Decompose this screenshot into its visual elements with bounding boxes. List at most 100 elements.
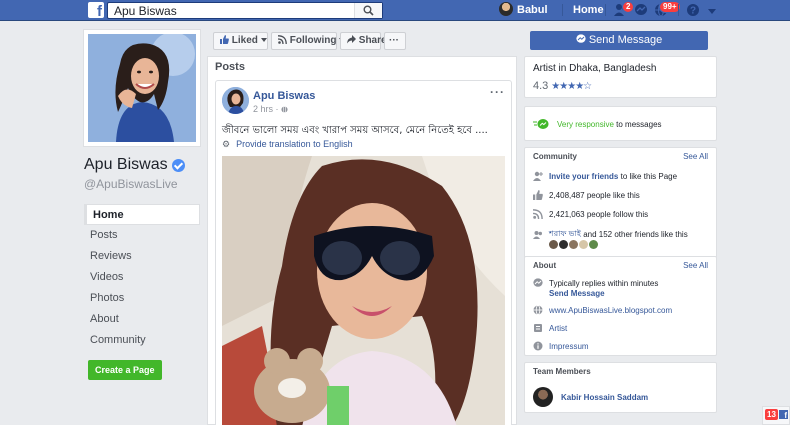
posts-heading: Posts [215,61,245,73]
post-author-name[interactable]: Apu Biswas [253,90,315,102]
friends-like-suffix: and 152 other friends like this [583,230,688,239]
friend-avatar[interactable] [549,240,558,249]
nav-item-videos[interactable]: Videos [84,267,200,288]
thumbs-up-icon [220,35,229,44]
thumbs-up-icon [533,190,543,200]
search-button[interactable] [354,3,382,18]
friend-avatar[interactable] [559,240,568,249]
friend-avatar[interactable] [589,240,598,249]
notifications-button[interactable]: 99+ [654,1,681,17]
friend-requests-badge: 2 [622,1,635,13]
more-actions-button[interactable]: ··· [384,32,406,50]
team-member-row: Kabir Hossain Saddam [533,387,648,407]
avatar-illustration [222,87,249,114]
nav-item-posts[interactable]: Posts [84,225,200,246]
nav-divider [605,4,606,16]
search-input[interactable] [108,3,353,18]
invite-friends-link[interactable]: Invite your friends [549,172,618,181]
chat-count-badge: 13 [765,409,778,420]
home-link[interactable]: Home [573,4,604,16]
facebook-logo-icon: f [779,410,788,419]
follows-count-row: 2,421,063 people follow this [533,209,648,219]
help-button[interactable]: ? [686,3,702,17]
following-label: Following [289,35,337,46]
friend-avatar[interactable] [579,240,588,249]
responsiveness-card: Very responsive to messages [524,106,717,141]
svg-text:?: ? [690,6,696,17]
page-rating[interactable]: 4.3 ★★★★☆ [533,80,592,92]
nav-item-about[interactable]: About [84,309,200,330]
nav-item-photos[interactable]: Photos [84,288,200,309]
send-message-button[interactable]: Send Message [530,31,708,50]
user-avatar[interactable] [499,2,513,16]
translate-link[interactable]: ⚙ Provide translation to English [222,139,353,150]
category-tag-icon [534,324,542,332]
translate-label: Provide translation to English [236,139,353,149]
post-time-text: 2 hrs [253,104,274,114]
website-link[interactable]: www.ApuBiswasLive.blogspot.com [549,306,672,315]
category-link[interactable]: Artist [549,324,567,333]
team-members-title: Team Members [533,367,591,376]
follows-count-text[interactable]: 2,421,063 people follow this [549,210,648,219]
page-info-card: Artist in Dhaka, Bangladesh 4.3 ★★★★☆ [524,56,717,98]
nav-item-community[interactable]: Community [84,330,200,351]
page-handle[interactable]: @ApuBiswasLive [84,177,202,191]
community-title: Community [533,152,577,161]
account-menu-button[interactable] [708,6,724,20]
share-arrow-icon [347,35,356,44]
friend-requests-button[interactable]: 2 [613,1,635,17]
top-navigation-bar: f Babul Home 2 99+ ? [0,0,790,21]
user-name-link[interactable]: Babul [517,4,548,16]
post-options-button[interactable]: ··· [490,85,505,99]
nav-item-reviews[interactable]: Reviews [84,246,200,267]
about-card: About See All Typically replies within m… [524,256,717,356]
profile-picture[interactable] [84,30,200,146]
selfie-photo-illustration [222,156,505,425]
rating-value: 4.3 [533,80,549,92]
search-icon [363,5,374,16]
post-photo[interactable] [222,156,505,425]
friends-icon [533,230,542,239]
page-title: Apu Biswas [84,156,202,174]
send-message-label: Send Message [588,34,663,46]
website-row: www.ApuBiswasLive.blogspot.com [533,305,672,315]
messenger-icon [635,4,647,15]
messages-button[interactable] [634,3,650,17]
profile-photo-illustration [88,34,196,142]
about-send-message-label: Send Message [549,289,605,298]
friend-avatar[interactable] [569,240,578,249]
post-author-avatar[interactable] [222,87,249,114]
chat-sidebar-toggle[interactable]: 13 f [762,406,790,425]
likes-count-text[interactable]: 2,408,487 people like this [549,191,640,200]
share-button[interactable]: Share [340,32,387,50]
about-send-message-link[interactable]: Send Message [549,289,605,298]
nav-item-home[interactable]: Home [84,204,200,225]
team-member-avatar[interactable] [533,387,553,407]
reply-time-text: Typically replies within minutes [549,278,659,288]
create-page-button[interactable]: Create a Page [88,360,162,380]
invite-suffix: to like this Page [620,171,678,181]
reply-time-row: Typically replies within minutes [533,278,658,288]
posts-column: Posts Apu Biswas 2 hrs · ··· জীবনে ভালো … [207,56,517,425]
community-see-all-link[interactable]: See All [683,152,708,161]
following-button[interactable]: Following [271,32,346,50]
post-timestamp[interactable]: 2 hrs · [253,104,288,114]
team-member-name[interactable]: Kabir Hossain Saddam [561,393,648,402]
page-navigation: Home Posts Reviews Videos Photos About C… [84,204,200,351]
search-box [107,2,383,19]
impressum-link[interactable]: Impressum [549,342,589,351]
post-card: Apu Biswas 2 hrs · ··· জীবনে ভালো সময় এ… [215,80,512,425]
globe-icon [281,106,288,113]
facebook-logo-icon[interactable]: f [88,2,104,18]
responsive-suffix: to messages [616,120,662,129]
invite-friends-icon [533,171,543,181]
nav-divider [562,4,563,16]
rating-stars-icon: ★★★★☆ [551,80,592,92]
about-see-all-link[interactable]: See All [683,261,708,270]
page-tagline: Artist in Dhaka, Bangladesh [533,63,657,74]
messenger-icon [576,34,586,43]
info-icon [533,341,543,351]
verified-badge-icon [171,158,185,172]
globe-icon [533,305,543,315]
liked-button[interactable]: Liked [213,32,268,50]
